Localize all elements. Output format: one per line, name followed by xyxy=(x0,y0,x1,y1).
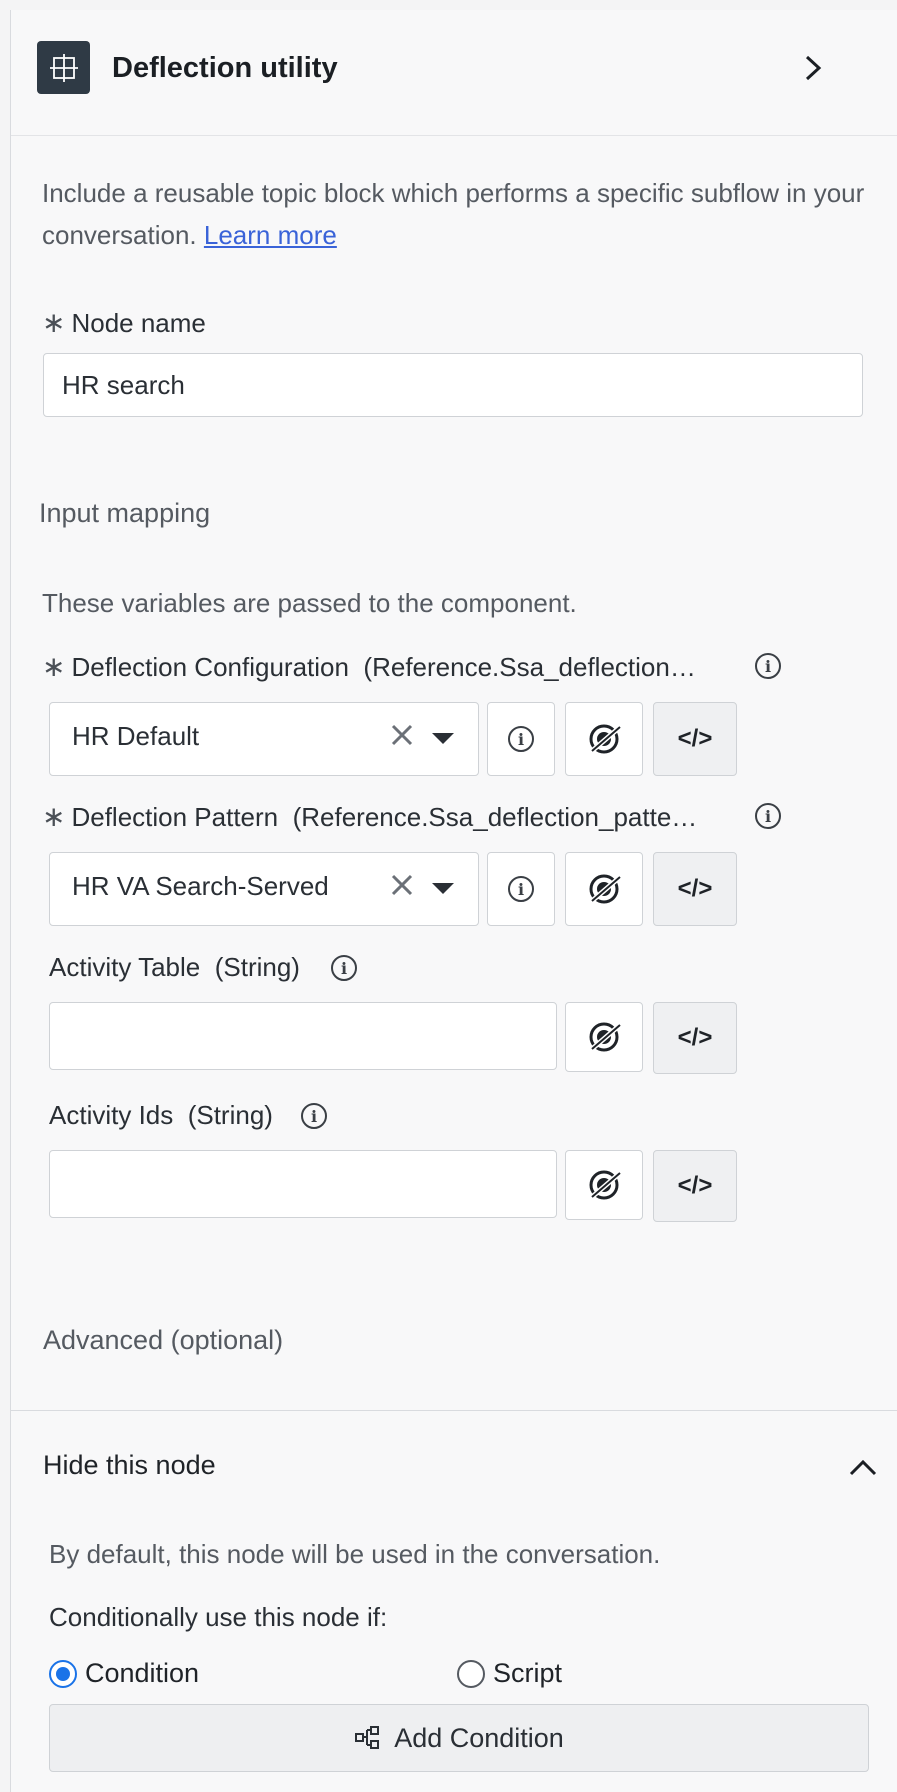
condition-radio-label[interactable]: Condition xyxy=(85,1658,199,1689)
condition-tree-icon xyxy=(355,1726,380,1749)
field-info-button[interactable]: i xyxy=(487,852,555,926)
info-icon[interactable]: i xyxy=(755,653,781,679)
node-name-value: HR search xyxy=(62,370,185,400)
activity-table-input[interactable] xyxy=(49,1002,557,1070)
code-script-button[interactable]: </> xyxy=(653,1002,737,1074)
pill-variable-icon xyxy=(589,874,622,904)
activity-table-label: Activity Table (String) xyxy=(49,952,300,982)
section-divider xyxy=(11,1410,897,1411)
info-icon[interactable]: i xyxy=(301,1103,327,1129)
code-icon: </> xyxy=(677,1024,713,1051)
script-radio-label[interactable]: Script xyxy=(493,1658,562,1689)
code-icon: </> xyxy=(677,875,713,902)
deflection-pattern-label: ∗ Deflection Pattern (Reference.Ssa_defle… xyxy=(42,801,698,832)
input-mapping-title: Input mapping xyxy=(39,498,211,528)
activity-ids-label: Activity Ids (String) xyxy=(49,1100,273,1130)
field-type: (Reference.Ssa_deflection_patte… xyxy=(292,802,698,832)
hide-node-title[interactable]: Hide this node xyxy=(43,1450,216,1481)
pill-variable-icon xyxy=(589,1170,622,1200)
field-type: (String) xyxy=(187,1100,273,1130)
deflection-configuration-label: ∗ Deflection Configuration (Reference.Ssa… xyxy=(42,651,696,682)
code-icon: </> xyxy=(677,725,713,752)
pill-variable-icon xyxy=(589,1022,622,1052)
code-script-button[interactable]: </> xyxy=(653,702,737,776)
deflection-utility-panel: Deflection utility Include a reusable to… xyxy=(10,10,897,1792)
chevron-up-icon[interactable] xyxy=(847,1452,879,1480)
info-icon[interactable]: i xyxy=(331,955,357,981)
node-name-label: ∗ Node name xyxy=(42,307,206,338)
panel-title: Deflection utility xyxy=(112,52,338,84)
info-icon: i xyxy=(508,876,534,902)
required-mark: ∗ xyxy=(42,307,66,338)
node-name-input[interactable]: HR search xyxy=(43,353,863,417)
chevron-right-icon[interactable] xyxy=(795,50,831,86)
deflection-pattern-select[interactable]: HR VA Search-Served xyxy=(49,852,479,926)
info-icon[interactable]: i xyxy=(755,803,781,829)
input-mapping-subtitle: These variables are passed to the compon… xyxy=(42,588,577,618)
code-script-button[interactable]: </> xyxy=(653,852,737,926)
learn-more-link[interactable]: Learn more xyxy=(204,220,337,250)
field-info-button[interactable]: i xyxy=(487,702,555,776)
clear-icon[interactable] xyxy=(388,721,416,749)
add-condition-label: Add Condition xyxy=(394,1722,564,1753)
code-icon: </> xyxy=(677,1172,713,1199)
description-text: Include a reusable topic block which per… xyxy=(42,178,865,250)
grid-block-icon xyxy=(37,41,90,94)
pill-variable-icon xyxy=(589,724,622,754)
caret-down-icon[interactable] xyxy=(432,883,454,894)
hide-node-default-text: By default, this node will be used in th… xyxy=(49,1539,661,1569)
info-icon: i xyxy=(508,726,534,752)
condition-prompt: Conditionally use this node if: xyxy=(49,1602,388,1632)
clear-icon[interactable] xyxy=(388,871,416,899)
variable-picker-button[interactable] xyxy=(565,1002,643,1072)
variable-picker-button[interactable] xyxy=(565,1150,643,1220)
add-condition-button[interactable]: Add Condition xyxy=(49,1704,869,1772)
activity-ids-input[interactable] xyxy=(49,1150,557,1218)
field-type: (String) xyxy=(214,952,300,982)
script-radio[interactable] xyxy=(457,1660,485,1688)
caret-down-icon[interactable] xyxy=(432,733,454,744)
advanced-title: Advanced (optional) xyxy=(43,1325,284,1355)
variable-picker-button[interactable] xyxy=(565,852,643,926)
panel-description: Include a reusable topic block which per… xyxy=(42,172,872,256)
deflection-configuration-select[interactable]: HR Default xyxy=(49,702,479,776)
condition-radio[interactable] xyxy=(49,1660,77,1688)
code-script-button[interactable]: </> xyxy=(653,1150,737,1222)
field-type: (Reference.Ssa_deflection… xyxy=(363,652,696,682)
panel-header: Deflection utility xyxy=(11,10,897,136)
variable-picker-button[interactable] xyxy=(565,702,643,776)
